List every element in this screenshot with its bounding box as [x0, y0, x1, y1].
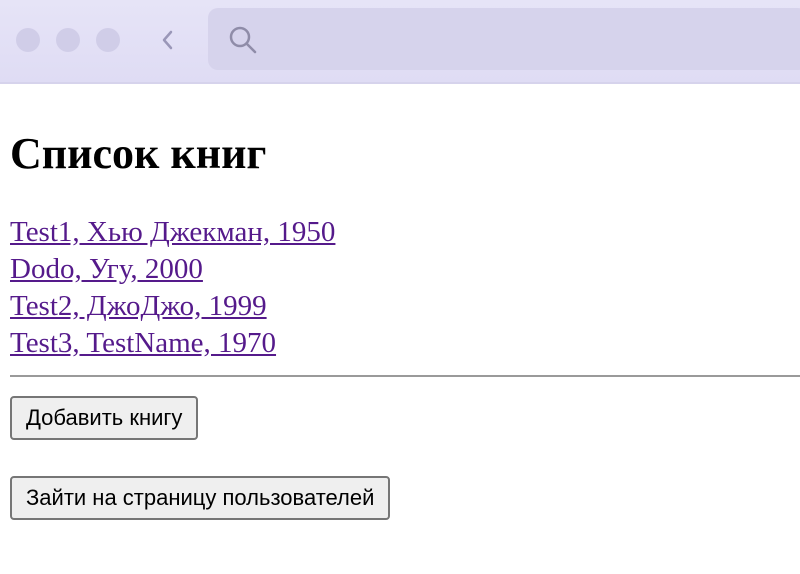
users-page-button[interactable]: Зайти на страницу пользователей [10, 476, 391, 520]
chevron-left-icon [162, 30, 173, 50]
book-link[interactable]: Test1, Хью Джекман, 1950 [10, 214, 790, 251]
book-link[interactable]: Test3, TestName, 1970 [10, 325, 790, 362]
window-minimize-dot[interactable] [56, 28, 80, 52]
page-content: Список книг Test1, Хью Джекман, 1950 Dod… [0, 84, 800, 520]
divider [10, 375, 800, 377]
back-button[interactable] [150, 22, 186, 58]
search-icon [229, 26, 257, 54]
book-link[interactable]: Test2, ДжоДжо, 1999 [10, 288, 790, 325]
window-close-dot[interactable] [16, 28, 40, 52]
page-title: Список книг [10, 129, 267, 178]
browser-toolbar [0, 0, 800, 84]
book-link[interactable]: Dodo, Угу, 2000 [10, 251, 790, 288]
window-maximize-dot[interactable] [96, 28, 120, 52]
add-book-button[interactable]: Добавить книгу [10, 396, 199, 440]
book-list: Test1, Хью Джекман, 1950 Dodo, Угу, 2000… [10, 214, 790, 362]
address-bar[interactable] [208, 8, 800, 70]
